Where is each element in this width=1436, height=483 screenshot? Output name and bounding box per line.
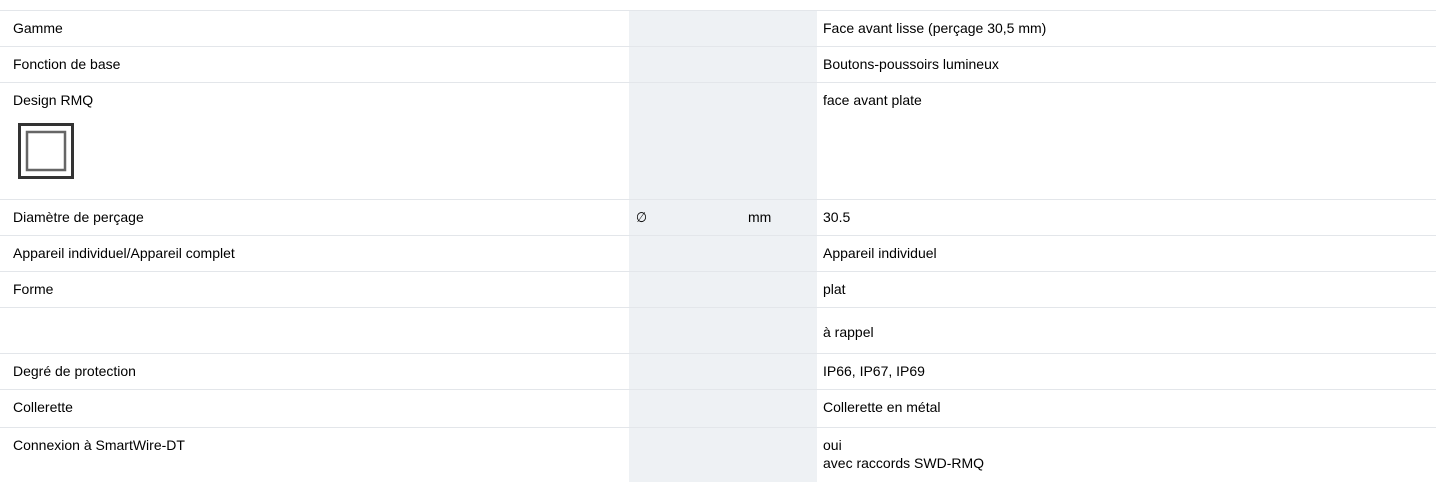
row-value: Appareil individuel [823,245,937,261]
row-label: Diamètre de perçage [13,209,144,225]
row-value-line: oui [823,437,842,453]
row-label: Gamme [13,20,63,36]
row-value: oui avec raccords SWD-RMQ [823,436,984,472]
table-row: Degré de protection IP66, IP67, IP69 [0,353,1436,390]
row-value: face avant plate [823,92,922,108]
row-unit: mm [748,209,772,225]
row-label: Degré de protection [13,363,136,379]
row-value: Collerette en métal [823,399,941,415]
row-value: 30.5 [823,209,851,225]
row-value-line: avec raccords SWD-RMQ [823,455,985,471]
spec-table: Gamme Face avant lisse (perçage 30,5 mm)… [0,0,1436,482]
table-row: Fonction de base Boutons-poussoirs lumin… [0,46,1436,83]
row-label: Connexion à SmartWire-DT [13,437,185,453]
row-label: Appareil individuel/Appareil complet [13,245,235,261]
row-value: IP66, IP67, IP69 [823,363,925,379]
row-label: Forme [13,281,54,297]
row-label: Design RMQ [13,92,94,108]
diameter-symbol: ∅ [636,209,647,225]
table-row: Diamètre de perçage ∅ mm 30.5 [0,199,1436,236]
row-value: plat [823,281,846,297]
table-row: Connexion à SmartWire-DT oui avec raccor… [0,427,1436,483]
row-value: Face avant lisse (perçage 30,5 mm) [823,20,1047,36]
row-value: à rappel [823,324,874,340]
row-label: Fonction de base [13,56,121,72]
table-row: Forme plat [0,271,1436,308]
row-value: Boutons-poussoirs lumineux [823,56,999,72]
table-row: Collerette Collerette en métal [0,389,1436,428]
flat-square-frame-icon [18,123,74,179]
table-row: Appareil individuel/Appareil complet App… [0,235,1436,272]
row-label: Collerette [13,399,73,415]
table-row: Design RMQ face avant plate [0,82,1436,200]
table-row: à rappel [0,307,1436,354]
table-row: Gamme Face avant lisse (perçage 30,5 mm) [0,10,1436,47]
